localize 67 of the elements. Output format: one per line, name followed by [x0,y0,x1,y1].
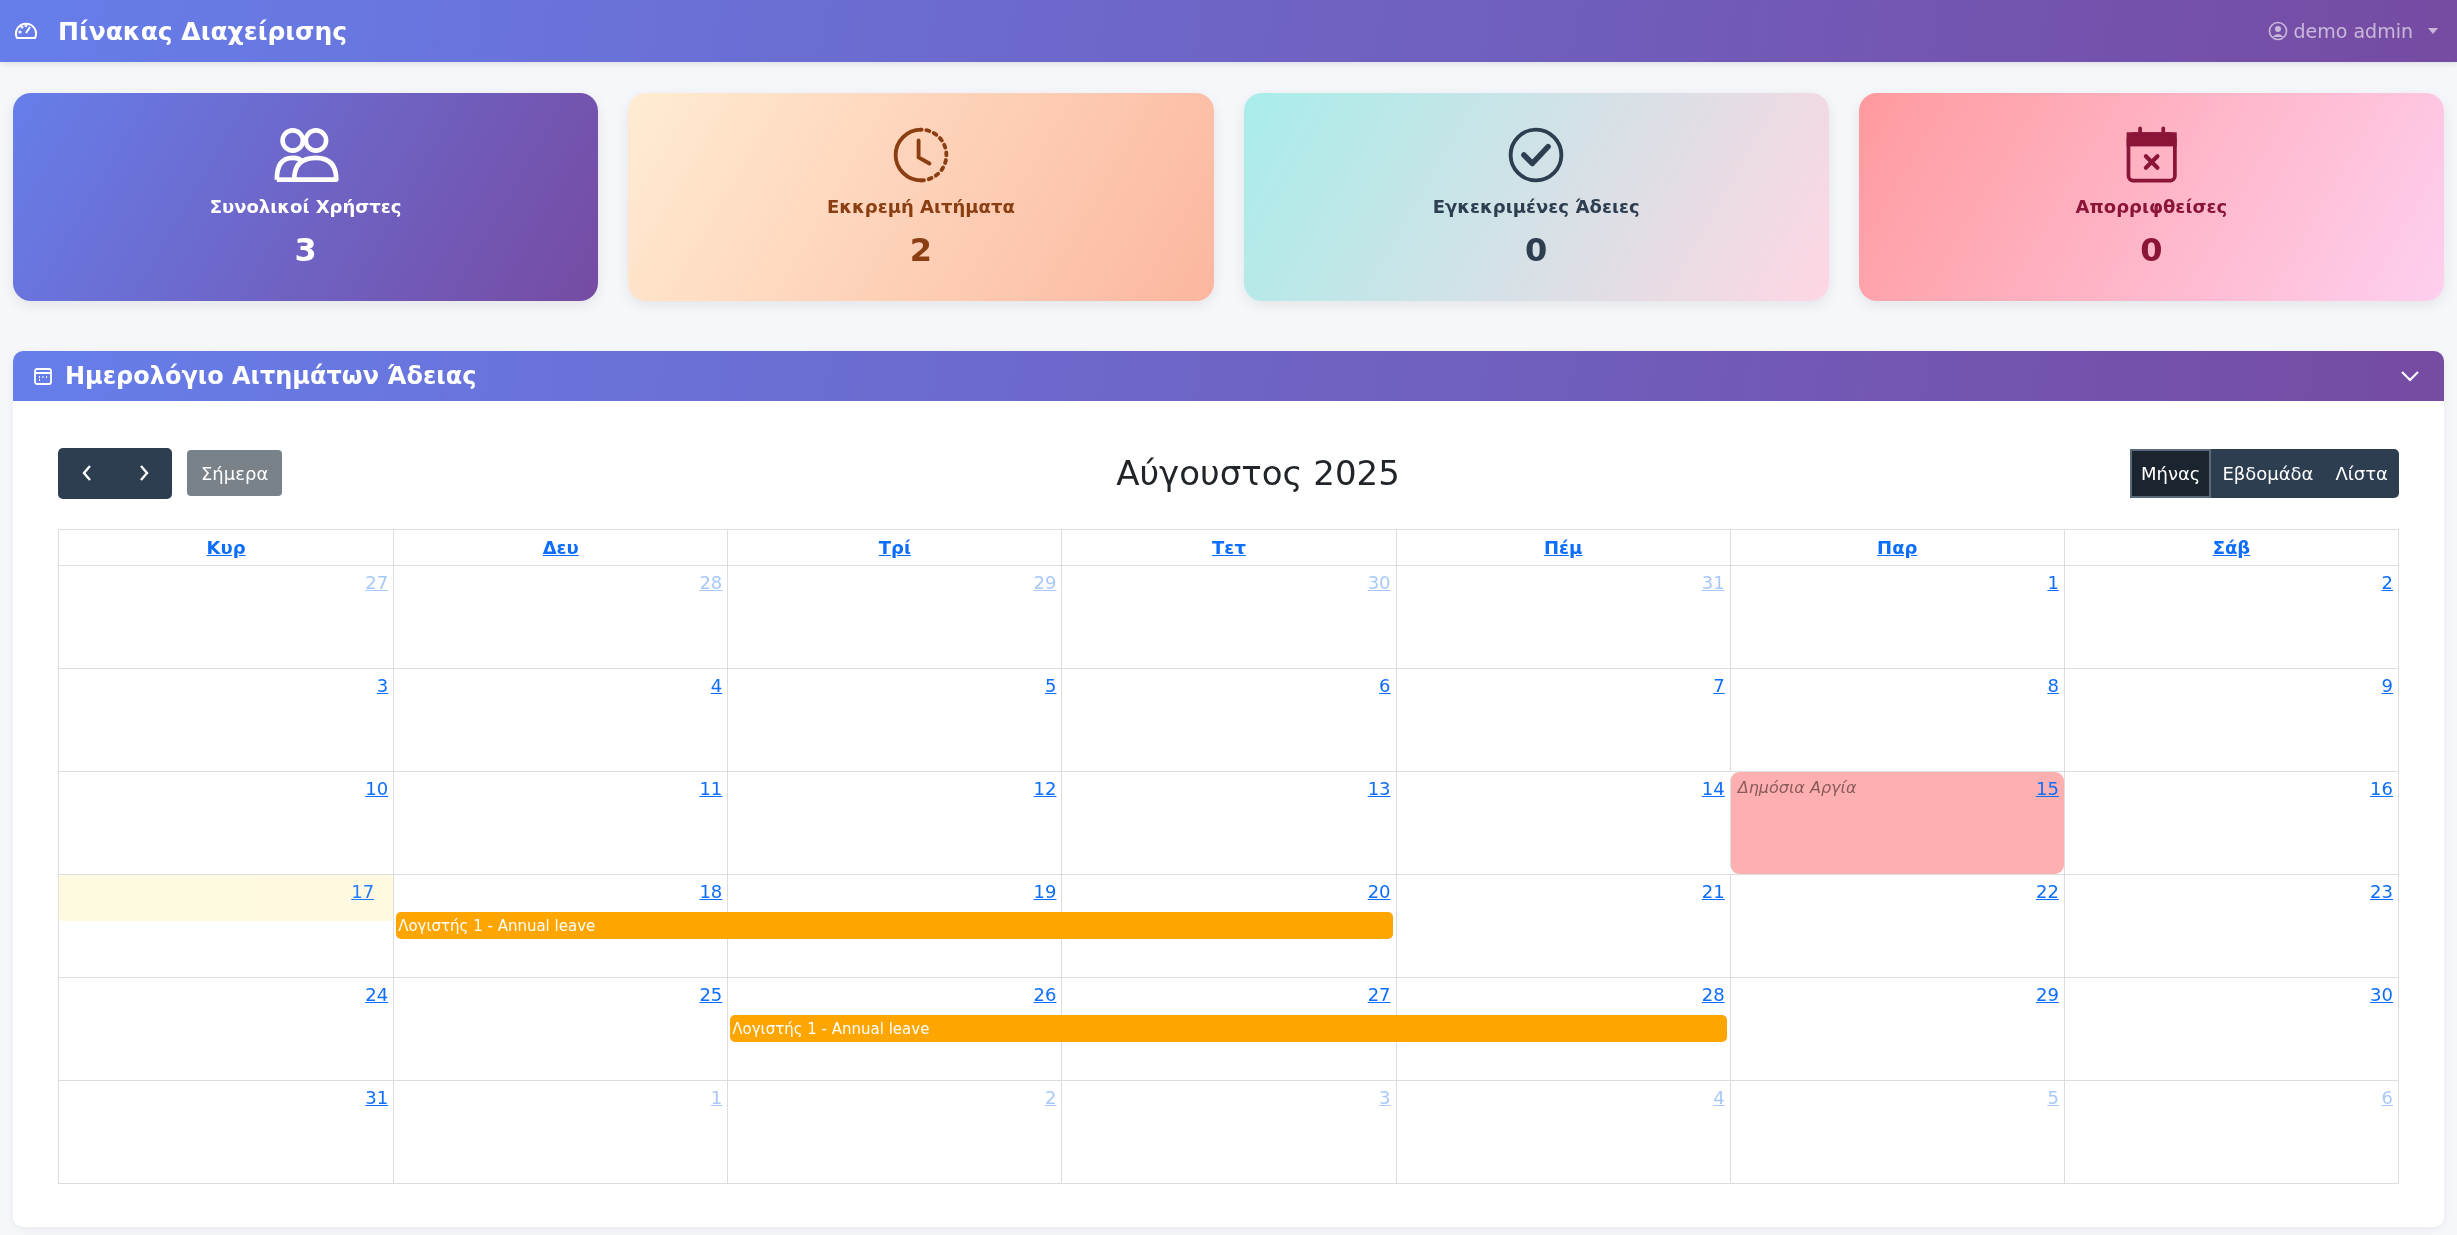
day-number[interactable]: 6 [1379,675,1391,696]
next-button[interactable] [115,447,172,499]
day-number[interactable]: 2 [2381,572,2393,593]
day-number[interactable]: 25 [699,984,723,1005]
weekday-link[interactable]: Σάβ [2212,537,2251,558]
gauge-icon [14,21,38,41]
chevron-icon [2400,370,2420,382]
day-number[interactable]: 4 [710,675,723,696]
day-number[interactable]: 9 [2381,675,2393,696]
day-number[interactable]: 22 [2035,881,2059,902]
weekday-link[interactable]: Παρ [1877,537,1918,558]
calendar-icon [33,366,53,386]
chevron-right-icon [137,464,150,482]
day-number[interactable]: 11 [699,778,723,799]
view-tab[interactable]: Λίστα [2324,448,2399,498]
day-number[interactable]: 24 [365,984,389,1005]
day-number[interactable]: 21 [1701,881,1725,902]
stat-value: 2 [909,230,932,269]
app-title: Πίνακας Διαχείρισης [58,16,348,46]
calendar-title: Αύγουστος 2025 [1116,453,1400,493]
day-number[interactable]: 27 [1367,984,1391,1005]
day-number[interactable]: 31 [365,1087,389,1108]
day-number[interactable]: 23 [2370,881,2393,902]
stat-value: 0 [1525,230,1548,269]
previous-button[interactable] [58,447,115,499]
weekday-link[interactable]: Δευ [542,537,579,558]
day-number[interactable]: 26 [1033,984,1057,1005]
calendar-x-icon [2124,125,2179,184]
day-number[interactable]: 19 [1033,881,1057,902]
stat-label: Συνολικοί Χρήστες [209,195,402,217]
day-number[interactable]: 30 [2370,984,2393,1005]
day-number[interactable]: 1 [2047,572,2059,593]
chevron-left-icon [80,464,93,482]
view-tab[interactable]: Εβδομάδα [2211,448,2325,498]
day-number[interactable]: 17 [351,881,375,902]
day-number[interactable]: 13 [1367,778,1391,799]
check-circle-icon [1507,125,1566,184]
day-number[interactable]: 3 [376,675,389,696]
day-number[interactable]: 29 [2035,984,2059,1005]
stat-value: 0 [2140,230,2163,269]
clock-icon [891,125,950,184]
day-number[interactable]: 16 [2370,778,2393,799]
stat-label: Εκκρεμή Αιτήματα [826,195,1015,217]
weekday-link[interactable]: Πέμ [1543,537,1583,558]
day-number[interactable]: 20 [1367,881,1391,902]
day-number[interactable]: 8 [2047,675,2059,696]
panel-title: Ημερολόγιο Αιτημάτων Άδειας [65,362,477,390]
user-menu[interactable]: demo admin [2267,20,2439,42]
day-number[interactable]: 10 [365,778,389,799]
user-circle-icon [2267,21,2288,41]
view-tab[interactable]: Μήνας [2129,448,2212,498]
day-number[interactable]: 12 [1033,778,1057,799]
day-number[interactable]: 14 [1701,778,1725,799]
caret-icon [2427,27,2439,35]
day-number[interactable]: 7 [1713,675,1725,696]
day-number[interactable]: 28 [1701,984,1725,1005]
weekday-link[interactable]: Κυρ [206,537,246,558]
weekday-link[interactable]: Τετ [1212,537,1246,558]
stat-value: 3 [294,230,317,269]
weekday-link[interactable]: Τρί [878,537,911,558]
day-number[interactable]: 5 [1044,675,1057,696]
stat-label: Εγκεκριμένες Άδειες [1432,195,1640,217]
holiday-label: Δημόσια Αργία [1737,778,1857,799]
day-number[interactable]: 15 [2035,778,2059,799]
day-number[interactable]: 18 [699,881,723,902]
stat-label: Απορριφθείσες [2075,195,2228,217]
today-button[interactable]: Σήμερα [187,450,283,496]
